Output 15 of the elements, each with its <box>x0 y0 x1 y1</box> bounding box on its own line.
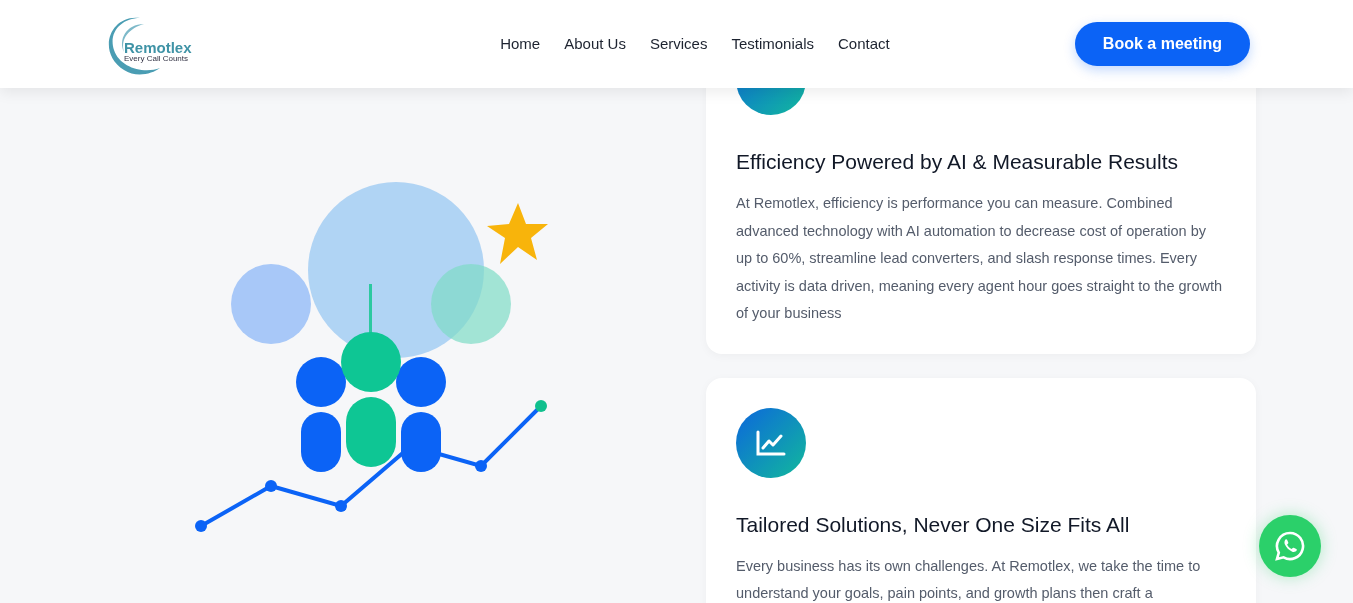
whatsapp-button[interactable] <box>1259 515 1321 577</box>
nav-link[interactable]: About Us <box>564 32 626 56</box>
logo[interactable]: Remotlex Every Call Counts <box>100 11 195 77</box>
card-title: Efficiency Powered by AI & Measurable Results <box>736 149 1179 175</box>
nav-link[interactable]: Home <box>500 32 541 56</box>
phone-chat-icon <box>1274 530 1306 562</box>
nav-link[interactable]: Contact <box>837 32 890 56</box>
card-title: Tailored Solutions, Never One Size Fits All <box>736 511 1131 537</box>
card-text: Every business has its own challenges. At Remotlex, we take the time to understand your goals, pain points, and growth plans then craft a <box>736 556 1202 603</box>
nav-link[interactable]: Services <box>649 32 708 56</box>
logo-tagline: Every Call Counts <box>124 54 190 63</box>
logo-name: Remotlex <box>124 39 192 55</box>
nav-link[interactable]: Testimonials <box>731 32 814 56</box>
book-meeting-button[interactable]: Book a meeting <box>1074 22 1250 66</box>
card-text: At Remotlex, efficiency is performance you can measure. Combined advanced technology with AI automation to decrease cost of operation by up to 60%, streamline lead converters, and slash response times. Every activity is data driven, meaning every agent hour goes straight to the growth of your business <box>736 194 1224 324</box>
